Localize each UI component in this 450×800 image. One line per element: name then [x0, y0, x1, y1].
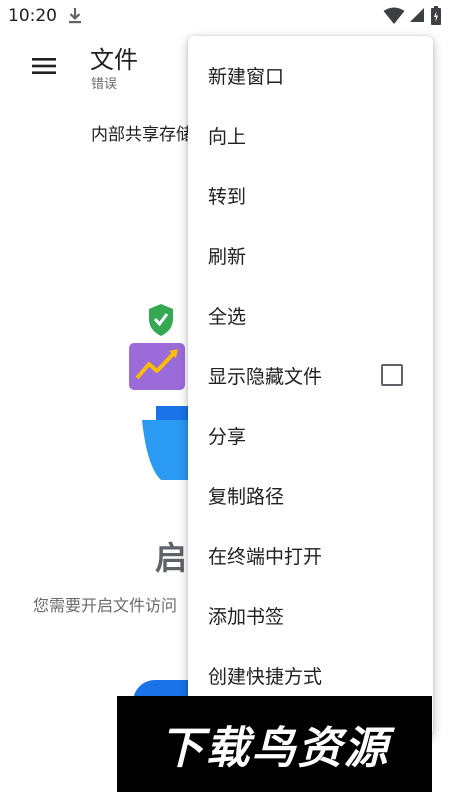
menu-item-label: 创建快捷方式	[208, 665, 323, 688]
menu-item-label: 在终端中打开	[208, 545, 323, 568]
download-icon	[69, 8, 81, 24]
empty-state-description: 您需要开启文件访问	[33, 596, 178, 615]
menu-item-go-to[interactable]: 转到	[188, 165, 433, 225]
folder-icon	[142, 406, 189, 480]
menu-item-label: 新建窗口	[208, 65, 285, 88]
navigation-menu-button[interactable]	[30, 52, 58, 80]
watermark-text: 下载鸟资源	[159, 723, 390, 774]
menu-item-copy-path[interactable]: 复制路径	[188, 465, 433, 525]
menu-item-label: 全选	[208, 305, 247, 328]
hamburger-menu-icon	[32, 58, 56, 74]
battery-icon	[431, 6, 441, 25]
shield-check-icon	[149, 304, 173, 336]
page-title: 文件	[90, 46, 138, 74]
status-time: 10:20	[8, 6, 57, 26]
show-hidden-files-checkbox[interactable]	[381, 364, 403, 386]
menu-item-label: 分享	[208, 425, 247, 448]
trending-chart-icon	[129, 343, 185, 390]
menu-item-go-up[interactable]: 向上	[188, 105, 433, 165]
status-bar: 10:20	[0, 0, 450, 32]
breadcrumb[interactable]: 内部共享存储	[91, 120, 191, 145]
menu-item-refresh[interactable]: 刷新	[188, 225, 433, 285]
menu-item-select-all[interactable]: 全选	[188, 285, 433, 345]
empty-state-illustration	[129, 304, 189, 480]
signal-icon	[410, 8, 424, 22]
menu-item-label: 刷新	[208, 245, 247, 268]
menu-item-share[interactable]: 分享	[188, 405, 433, 465]
menu-item-label: 添加书签	[208, 605, 285, 628]
menu-item-label: 转到	[208, 185, 247, 208]
menu-item-label: 显示隐藏文件	[208, 365, 323, 388]
page-subtitle: 错误	[91, 77, 118, 92]
overflow-menu: 新建窗口 向上 转到 刷新 全选 显示隐藏文件 分享 复制路径 在终端中打开 添…	[188, 36, 433, 736]
menu-item-new-window[interactable]: 新建窗口	[188, 45, 433, 105]
watermark-banner: 下载鸟资源	[117, 696, 432, 792]
menu-item-add-bookmark[interactable]: 添加书签	[188, 585, 433, 645]
menu-item-open-in-terminal[interactable]: 在终端中打开	[188, 525, 433, 585]
menu-item-show-hidden-files[interactable]: 显示隐藏文件	[188, 345, 433, 405]
menu-item-label: 复制路径	[208, 485, 285, 508]
wifi-icon	[383, 7, 405, 24]
menu-item-label: 向上	[208, 125, 247, 148]
